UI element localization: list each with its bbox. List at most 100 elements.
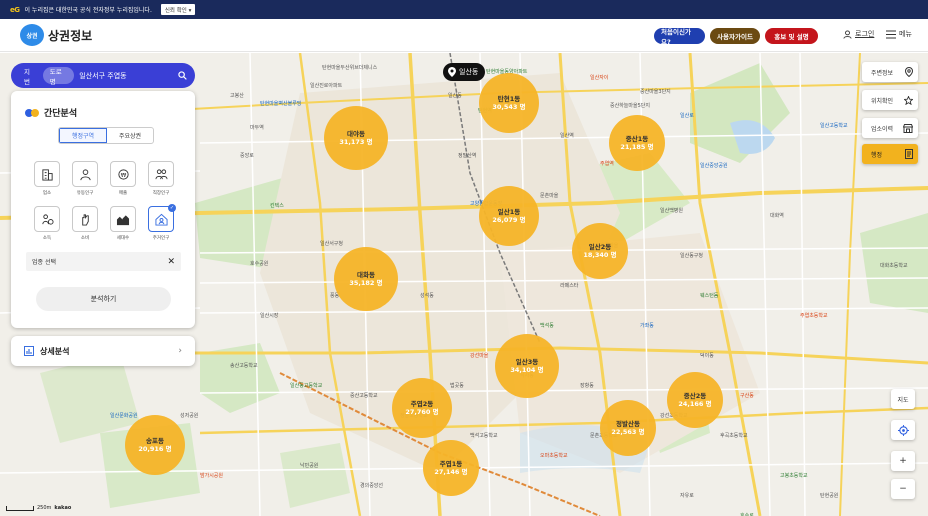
place-label: 주엽역 <box>600 161 614 167</box>
place-label: 킨텍스 <box>270 203 284 209</box>
clear-icon[interactable]: ✕ <box>167 257 175 267</box>
logo-badge: 상권 <box>20 24 44 46</box>
population-bubble[interactable]: 중산1동 21,185 명 <box>609 115 665 171</box>
bubble-population: 34,104 명 <box>510 366 544 374</box>
category-floating-pop[interactable]: 유동인구 <box>71 161 99 196</box>
location-pin-label: 일산동 <box>459 68 479 76</box>
tab-jibun[interactable]: 지번 <box>17 67 43 86</box>
population-bubble[interactable]: 일산2동 18,340 명 <box>572 223 628 279</box>
tab-road-address[interactable]: 도로명 <box>42 67 75 86</box>
population-bubble[interactable]: 대화동 35,182 명 <box>334 247 398 311</box>
nearby-info-button[interactable]: 주변정보 <box>862 62 918 82</box>
category-consumption[interactable]: 소비 <box>71 206 99 241</box>
place-label: 밤가시공원 <box>200 473 224 479</box>
area-type-toggle: 행정구역 주요상권 <box>58 127 154 144</box>
login-link[interactable]: 로그인 <box>843 29 874 39</box>
category-households[interactable]: 세대수 <box>109 206 137 241</box>
building-icon <box>41 168 53 181</box>
place-label: 성석동 <box>420 293 434 299</box>
place-label: 중앙로 <box>240 153 254 159</box>
bubble-population: 35,182 명 <box>349 279 383 287</box>
bubble-area-name: 일산3동 <box>515 358 539 366</box>
bubble-population: 31,173 명 <box>339 138 373 146</box>
place-label: 장항동 <box>580 383 594 389</box>
population-bubble[interactable]: 송포동 20,916 명 <box>125 415 185 475</box>
logo-text: 상권정보 <box>48 28 93 43</box>
site-logo[interactable]: 상권 상권정보 <box>20 24 92 46</box>
workers-icon <box>154 168 168 179</box>
seg-main-district[interactable]: 주요상권 <box>107 128 153 143</box>
place-label: 라페스타 <box>560 283 579 289</box>
analysis-category-grid: 업소 유동인구 ₩ 매출 직장인구 소득 소비 세대수 ✓ 주거인구 <box>33 161 183 241</box>
place-label: 백석고등학교 <box>470 433 498 439</box>
seg-admin-area[interactable]: 행정구역 <box>59 128 107 143</box>
category-residents[interactable]: ✓ 주거인구 <box>147 204 176 241</box>
population-bubble[interactable]: 주엽1동 27,146 명 <box>423 440 479 496</box>
population-bubble[interactable]: 탄현1동 30,543 명 <box>479 73 539 133</box>
population-bubble[interactable]: 일산3동 34,104 명 <box>495 334 559 398</box>
search-input[interactable] <box>79 67 176 84</box>
category-income[interactable]: 소득 <box>33 206 61 241</box>
population-bubble[interactable]: 정발산동 22,563 명 <box>600 400 656 456</box>
scale-bar <box>6 505 34 511</box>
place-label: 고봉산 <box>230 93 244 99</box>
current-location-pin[interactable]: 일산동 <box>443 63 486 81</box>
search-button[interactable] <box>175 69 189 83</box>
detail-analysis-label: 상세분석 <box>40 346 70 356</box>
population-bubble[interactable]: 중산2동 24,166 명 <box>667 372 723 428</box>
place-label: 탄현공원 <box>820 493 839 499</box>
place-label: 법곳동 <box>450 383 464 389</box>
star-icon <box>904 95 913 105</box>
category-workers[interactable]: 직장인구 <box>147 161 175 196</box>
scale-label: 250m <box>37 505 52 511</box>
location-check-button[interactable]: 위치확인 <box>862 90 918 110</box>
houses-icon <box>116 214 130 225</box>
category-sales[interactable]: ₩ 매출 <box>109 161 137 196</box>
population-bubble[interactable]: 대야동 31,173 명 <box>324 106 388 170</box>
user-guide-button[interactable]: 사용자가이드 <box>710 28 760 44</box>
store-history-button[interactable]: 업소이력 <box>862 118 918 138</box>
bubble-area-name: 송포동 <box>146 437 164 445</box>
map-scale: 250m kakao <box>6 505 71 511</box>
gov-verify-select[interactable]: 신뢰 확인 ▾ <box>160 4 196 15</box>
place-label: 탄현마을두산위브더제니스 <box>322 65 378 71</box>
bubble-area-name: 주엽2동 <box>410 400 434 408</box>
place-label: 덕이동 <box>700 353 714 359</box>
place-label: 강선마을 <box>470 353 489 359</box>
map-type-button[interactable]: 지도 <box>891 389 915 409</box>
place-label: 중산고등학교 <box>350 393 378 399</box>
promo-button[interactable]: 홍보 및 설명 <box>765 28 818 44</box>
place-label: 낙민공원 <box>300 463 319 469</box>
population-bubble[interactable]: 일산1동 26,079 명 <box>479 186 539 246</box>
bubble-population: 18,340 명 <box>583 251 617 259</box>
population-bubble[interactable]: 주엽2동 27,760 명 <box>392 378 452 438</box>
login-label: 로그인 <box>855 30 875 38</box>
zoom-in-button[interactable]: + <box>891 451 915 471</box>
simple-analysis-panel: 간단분석 행정구역 주요상권 업소 유동인구 ₩ 매출 직장인구 소득 소비 세… <box>11 91 195 328</box>
current-location-button[interactable] <box>891 420 915 440</box>
income-icon <box>41 213 54 225</box>
bubble-population: 26,079 명 <box>492 216 526 224</box>
bar-chart-icon <box>24 346 34 356</box>
bubble-area-name: 정발산동 <box>616 420 640 428</box>
svg-text:₩: ₩ <box>120 172 126 178</box>
place-label: 문촌마을 <box>540 193 559 199</box>
place-label: 일산역 <box>560 133 574 139</box>
place-label: 주엽초등학교 <box>800 313 828 319</box>
detail-analysis-button[interactable]: 상세분석 › <box>11 336 195 366</box>
bubble-area-name: 대화동 <box>357 271 375 279</box>
menu-button[interactable]: 메뉴 <box>886 29 912 39</box>
gov-banner: eG 이 누리집은 대한민국 공식 전자정부 누리집입니다. 신뢰 확인 ▾ <box>0 0 928 19</box>
first-visit-button[interactable]: 처음이신가요? <box>654 28 705 46</box>
admin-area-button[interactable]: 행정 <box>862 144 918 164</box>
map-canvas[interactable]: 탄현마을두산위브더제니스 탄현마을동양아파트 일산진로아파트 탄현마을벽산블루밍 일산동… <box>0 53 928 516</box>
bubble-area-name: 대야동 <box>347 130 365 138</box>
category-stores[interactable]: 업소 <box>33 161 61 196</box>
bubble-population: 30,543 명 <box>492 103 526 111</box>
business-type-select[interactable]: 업종 선택 ✕ <box>26 252 181 271</box>
analyze-button[interactable]: 분석하기 <box>36 287 171 311</box>
place-label: 웨스턴돔 <box>700 293 719 299</box>
place-label: 송산고등학교 <box>230 363 258 369</box>
residence-icon <box>154 213 168 226</box>
zoom-out-button[interactable]: − <box>891 479 915 499</box>
